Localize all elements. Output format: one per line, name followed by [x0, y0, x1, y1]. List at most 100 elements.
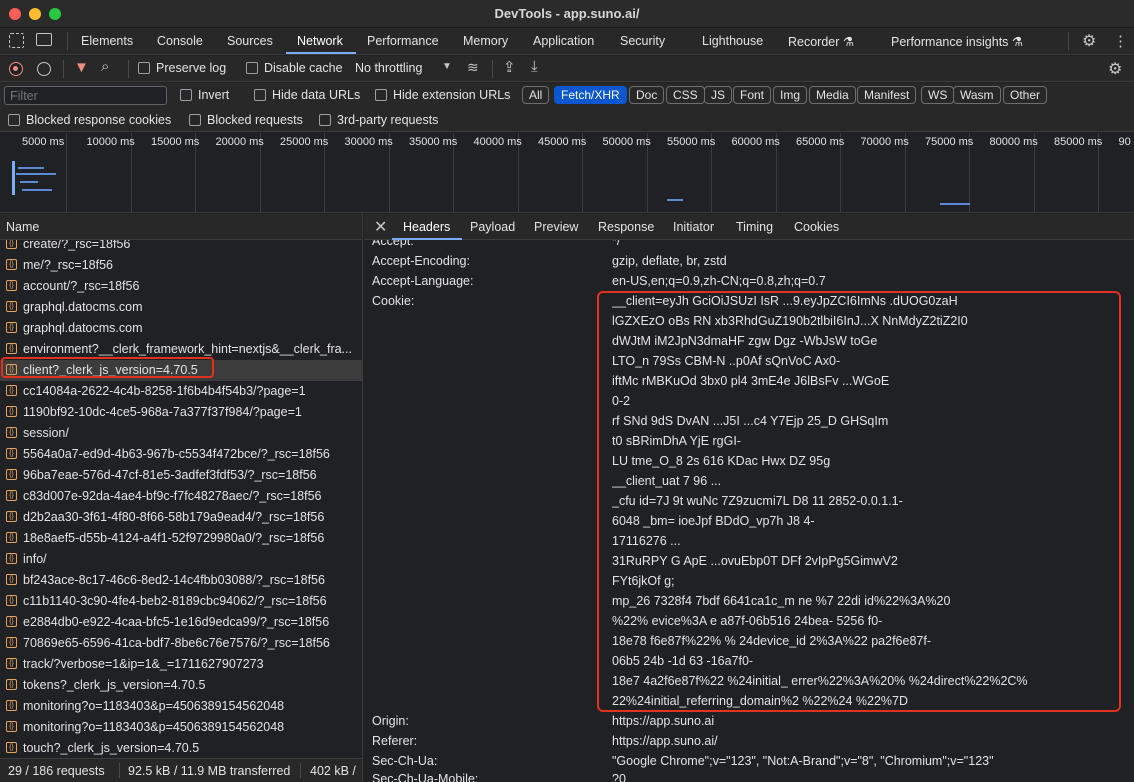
type-filter-ws[interactable]: WS [921, 86, 955, 104]
tab-security[interactable]: Security [620, 34, 665, 48]
tab-recorder[interactable]: Recorder ⚗ [788, 34, 854, 49]
tab-elements[interactable]: Elements [81, 34, 133, 48]
network-conditions-icon[interactable]: ≋ [467, 59, 479, 76]
active-tab-indicator [286, 52, 356, 54]
table-row[interactable]: {} 70869e65-6596-41ca-bdf7-8be6c76e7576/?… [0, 633, 362, 654]
detail-tab-preview[interactable]: Preview [534, 220, 578, 234]
request-name: 1190bf92-10dc-4ce5-968a-7a377f37f984/?pa… [23, 405, 302, 419]
table-row[interactable]: {} touch?_clerk_js_version=4.70.5 [0, 738, 362, 758]
device-toolbar-icon[interactable] [36, 33, 52, 46]
table-row[interactable]: {} create/?_rsc=18f56 [0, 240, 362, 255]
detail-tab-timing[interactable]: Timing [736, 220, 773, 234]
tab-memory[interactable]: Memory [463, 34, 508, 48]
type-filter-other[interactable]: Other [1003, 86, 1048, 104]
table-row[interactable]: {} bf243ace-8c17-46c6-8ed2-14c4fbb03088/?… [0, 570, 362, 591]
timeline-tick-label: 55000 ms [667, 136, 716, 148]
type-filter-doc[interactable]: Doc [629, 86, 665, 104]
table-row[interactable]: {} e2884db0-e922-4caa-bfc5-1e16d9edca99/?… [0, 612, 362, 633]
table-row[interactable]: {} session/ [0, 423, 362, 444]
detail-tab-headers[interactable]: Headers [403, 220, 450, 234]
request-name: environment?__clerk_framework_hint=nextj… [23, 342, 352, 356]
blocked-response-cookies-checkbox[interactable] [8, 114, 20, 126]
more-options-icon[interactable]: ⋮ [1113, 32, 1128, 50]
table-row[interactable]: {} graphql.datocms.com [0, 318, 362, 339]
table-row[interactable]: {} c11b1140-3c90-4fe4-beb2-8189cbc94062/?… [0, 591, 362, 612]
type-filter-media[interactable]: Media [809, 86, 856, 104]
type-filter-font[interactable]: Font [733, 86, 772, 104]
disable-cache-checkbox[interactable] [246, 62, 258, 74]
type-filter-js[interactable]: JS [704, 86, 733, 104]
type-filter-img[interactable]: Img [773, 86, 808, 104]
export-har-icon[interactable]: ⤓ [531, 58, 538, 75]
inspect-element-icon[interactable] [9, 33, 24, 48]
import-har-icon[interactable]: ⇪ [503, 58, 516, 76]
filter-input[interactable] [4, 86, 167, 105]
blocked-requests-checkbox[interactable] [189, 114, 201, 126]
preserve-log-checkbox[interactable] [138, 62, 150, 74]
record-icon[interactable] [9, 62, 23, 76]
third-party-requests-label: 3rd-party requests [337, 113, 439, 127]
detail-tab-initiator[interactable]: Initiator [673, 220, 714, 234]
tab-performance-insights[interactable]: Performance insights ⚗ [891, 34, 1023, 49]
table-row[interactable]: {} 1190bf92-10dc-4ce5-968a-7a377f37f984/?… [0, 402, 362, 423]
overview-timeline[interactable]: 5000 ms 10000 ms 15000 ms 20000 ms 25000 ms 3… [0, 133, 1134, 213]
request-detail-tabs: ✕ Headers Payload Preview Response Initiator… [364, 214, 1134, 240]
cookie-highlight-box [597, 291, 1121, 712]
table-row[interactable]: {} monitoring?o=1183403&p=450638915456204… [0, 696, 362, 717]
tab-application[interactable]: Application [533, 34, 594, 48]
timeline-activity-cluster [8, 155, 58, 205]
table-row[interactable]: {} graphql.datocms.com [0, 297, 362, 318]
timeline-tick-label: 70000 ms [860, 136, 909, 148]
header-value: "Google Chrome";v="123", "Not:A-Brand";v… [612, 754, 994, 768]
tab-lighthouse[interactable]: Lighthouse [702, 34, 763, 48]
fetch-request-icon: {} [6, 322, 17, 333]
settings-gear-icon[interactable]: ⚙ [1082, 31, 1096, 51]
filter-funnel-icon[interactable]: ▼ [74, 59, 89, 76]
detail-tab-payload[interactable]: Payload [470, 220, 515, 234]
throttling-select[interactable]: No throttling [355, 61, 422, 75]
hide-data-urls-checkbox[interactable] [254, 89, 266, 101]
table-row[interactable]: {} tokens?_clerk_js_version=4.70.5 [0, 675, 362, 696]
type-filter-all[interactable]: All [522, 86, 550, 104]
request-name: graphql.datocms.com [23, 300, 143, 314]
table-row[interactable]: {} track/?verbose=1&ip=1&_=1711627907273 [0, 654, 362, 675]
type-filter-manifest[interactable]: Manifest [857, 86, 917, 104]
table-row[interactable]: {} 18e8aef5-d55b-4124-a4f1-52f9729980a0/?… [0, 528, 362, 549]
table-row[interactable]: {} account/?_rsc=18f56 [0, 276, 362, 297]
hide-extension-urls-checkbox[interactable] [375, 89, 387, 101]
detail-tab-response[interactable]: Response [598, 220, 654, 234]
table-row[interactable]: {} 5564a0a7-ed9d-4b63-967b-c5534f472bce/?… [0, 444, 362, 465]
divider [492, 60, 493, 78]
fetch-request-icon: {} [6, 532, 17, 543]
timeline-gridline [66, 133, 67, 213]
network-settings-gear-icon[interactable]: ⚙ [1108, 59, 1122, 79]
tab-sources[interactable]: Sources [227, 34, 273, 48]
name-column-header[interactable]: Name [0, 214, 363, 240]
table-row[interactable]: {} cc14084a-2622-4c4b-8258-1f6b4b4f54b3/?… [0, 381, 362, 402]
table-row[interactable]: {} 96ba7eae-576d-47cf-81e5-3adfef3fdf53/?… [0, 465, 362, 486]
tab-console[interactable]: Console [157, 34, 203, 48]
detail-tab-cookies[interactable]: Cookies [794, 220, 839, 234]
timeline-tick-label: 40000 ms [473, 136, 522, 148]
timeline-tick-label: 60000 ms [731, 136, 780, 148]
table-row[interactable]: {} me/?_rsc=18f56 [0, 255, 362, 276]
table-row[interactable]: {} monitoring?o=1183403&p=450638915456204… [0, 717, 362, 738]
search-icon[interactable]: ⌕ [101, 58, 109, 75]
tab-network[interactable]: Network [297, 34, 343, 48]
divider [1068, 32, 1069, 50]
table-row[interactable]: {} d2b2aa30-3f61-4f80-8f66-58b179a9ead4/?… [0, 507, 362, 528]
invert-checkbox[interactable] [180, 89, 192, 101]
fetch-request-icon: {} [6, 553, 17, 564]
type-filter-wasm[interactable]: Wasm [953, 86, 1001, 104]
table-row[interactable]: {} info/ [0, 549, 362, 570]
request-count: 29 / 186 requests [8, 764, 105, 778]
table-row[interactable]: {} c83d007e-92da-4ae4-bf9c-f7fc48278aec/?… [0, 486, 362, 507]
request-name: c83d007e-92da-4ae4-bf9c-f7fc48278aec/?_r… [23, 489, 322, 503]
tab-performance[interactable]: Performance [367, 34, 439, 48]
close-detail-icon[interactable]: ✕ [374, 217, 387, 237]
type-filter-css[interactable]: CSS [666, 86, 705, 104]
clear-icon[interactable] [37, 62, 51, 76]
type-filter-fetch-xhr[interactable]: Fetch/XHR [554, 86, 627, 104]
chevron-down-icon[interactable]: ▼ [442, 61, 452, 72]
third-party-requests-checkbox[interactable] [319, 114, 331, 126]
